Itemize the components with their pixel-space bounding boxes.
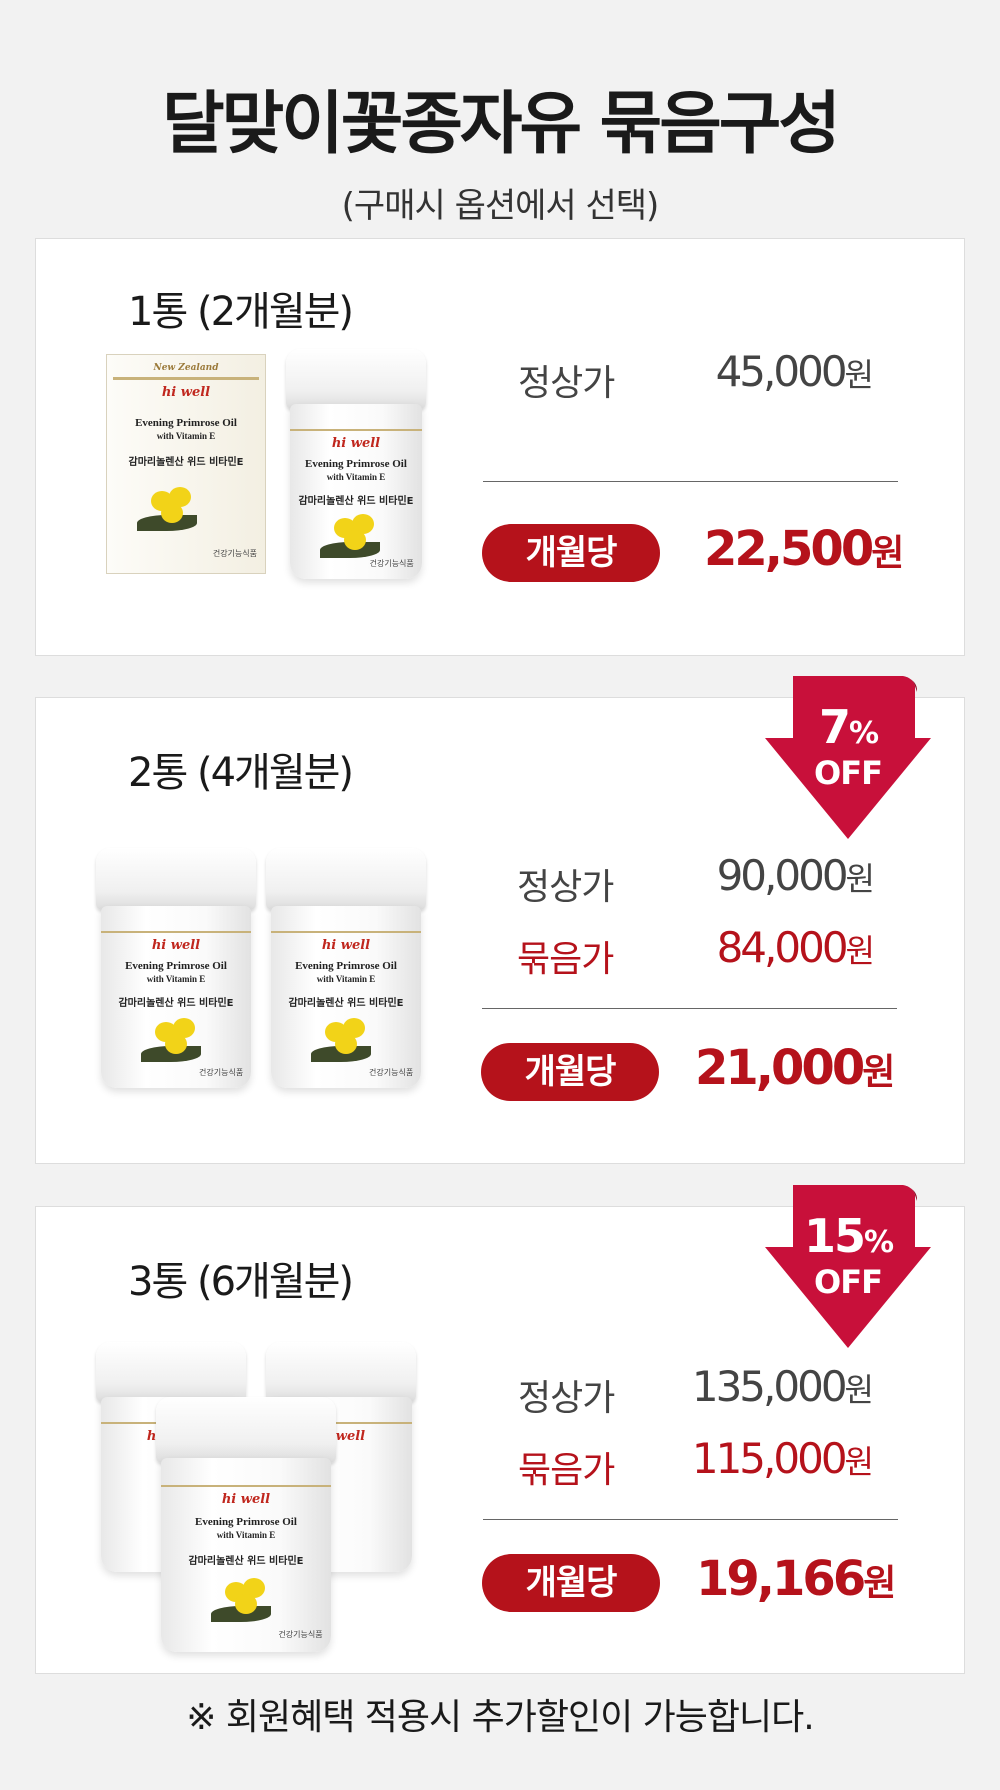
discount-badge: 15% OFF bbox=[763, 1185, 933, 1350]
product-name-en: Evening Primrose Oil bbox=[135, 417, 237, 429]
regular-price-label: 정상가 bbox=[518, 1378, 615, 1419]
origin-label: New Zealand bbox=[153, 363, 219, 373]
brand-logo: hi well bbox=[321, 937, 371, 953]
category-label: 건강기능식품 bbox=[369, 1067, 414, 1077]
regular-price-label: 정상가 bbox=[517, 867, 614, 908]
product-name-ko: 감마리놀렌산 위드 비타민E bbox=[118, 997, 234, 1009]
product-name-ko: 감마리놀렌산 위드 비타민E bbox=[298, 496, 414, 508]
bundle-price-label: 묶음가 bbox=[518, 1450, 615, 1491]
flower-illustration bbox=[310, 1016, 381, 1068]
product-image: New Zealand hi well Evening Primrose Oil… bbox=[106, 349, 446, 579]
discount-badge: 7% OFF bbox=[763, 676, 933, 841]
package-title: 2통 (4개월분) bbox=[128, 750, 354, 796]
price-divider bbox=[483, 481, 898, 482]
category-label: 건강기능식품 bbox=[199, 1067, 244, 1077]
product-name-ko: 감마리놀렌산 위드 비타민E bbox=[288, 997, 404, 1009]
regular-price-label: 정상가 bbox=[518, 363, 615, 404]
member-benefit-note: ※ 회원혜택 적용시 추가할인이 가능합니다. bbox=[186, 1697, 814, 1738]
product-sub-en: with Vitamin E bbox=[316, 973, 376, 984]
flower-illustration bbox=[140, 1016, 211, 1068]
bundle-price-value: 115,000원 bbox=[691, 1434, 874, 1483]
flower-illustration bbox=[211, 1576, 281, 1628]
brand-logo: hi well bbox=[221, 1492, 271, 1508]
bundle-price-value: 84,000원 bbox=[716, 923, 875, 972]
product-box: New Zealand hi well Evening Primrose Oil… bbox=[106, 354, 266, 574]
page-title: 달맞이꽃종자유 묶음구성 bbox=[162, 85, 841, 164]
product-name-ko: 감마리놀렌산 위드 비타민E bbox=[188, 1556, 304, 1568]
flower-illustration bbox=[320, 512, 390, 564]
product-sub-en: with Vitamin E bbox=[326, 472, 386, 483]
product-jar: hi well Evening Primrose Oil with Vitami… bbox=[96, 848, 256, 1088]
regular-price-value: 45,000원 bbox=[715, 347, 874, 396]
category-label: 건강기능식품 bbox=[212, 549, 257, 558]
brand-logo: hi well bbox=[331, 436, 381, 452]
price-divider bbox=[482, 1008, 897, 1009]
package-title: 3통 (6개월분) bbox=[128, 1259, 354, 1305]
product-name-ko: 감마리놀렌산 위드 비타민E bbox=[128, 457, 244, 468]
package-title: 1통 (2개월분) bbox=[128, 289, 354, 335]
discount-percent: 15% bbox=[803, 1209, 894, 1263]
package-card-1[interactable]: 1통 (2개월분) New Zealand hi well Evening Pr… bbox=[35, 238, 965, 656]
monthly-price-value: 19,166원 bbox=[696, 1551, 897, 1607]
product-jar: hi well Evening Primrose Oil with Vitami… bbox=[266, 848, 426, 1088]
product-sub-en: with Vitamin E bbox=[216, 1530, 276, 1541]
discount-off-label: OFF bbox=[814, 754, 883, 792]
flower-illustration bbox=[137, 485, 207, 537]
monthly-price-value: 21,000원 bbox=[695, 1040, 896, 1096]
regular-price-value: 135,000원 bbox=[691, 1362, 874, 1411]
product-sub-en: with Vitamin E bbox=[146, 973, 206, 984]
brand-logo: hi well bbox=[161, 385, 211, 400]
product-jar: hi well Evening Primrose Oil with Vitami… bbox=[286, 349, 426, 579]
product-name-en: Evening Primrose Oil bbox=[125, 959, 227, 972]
product-image: hi well Evening Primrose Oil with Vitami… bbox=[96, 848, 436, 1098]
product-jar: hi well Evening Primrose Oil with Vitami… bbox=[156, 1397, 336, 1652]
product-name-en: Evening Primrose Oil bbox=[305, 458, 407, 471]
discount-percent: 7% bbox=[818, 700, 879, 754]
monthly-badge: 개월당 bbox=[482, 1554, 660, 1612]
monthly-badge: 개월당 bbox=[481, 1043, 659, 1101]
category-label: 건강기능식품 bbox=[278, 1629, 323, 1639]
product-name-en: Evening Primrose Oil bbox=[195, 1516, 297, 1529]
package-card-3[interactable]: 3통 (6개월분) hi well hi well hi well Evenin… bbox=[35, 1185, 965, 1674]
monthly-badge: 개월당 bbox=[482, 524, 660, 582]
price-divider bbox=[483, 1519, 898, 1520]
product-name-en: Evening Primrose Oil bbox=[295, 959, 397, 972]
discount-off-label: OFF bbox=[814, 1263, 883, 1301]
brand-logo: hi well bbox=[151, 937, 201, 953]
page-subtitle: (구매시 옵션에서 선택) bbox=[341, 186, 660, 226]
regular-price-value: 90,000원 bbox=[716, 851, 875, 900]
product-image: hi well hi well hi well Evening Primrose… bbox=[96, 1342, 436, 1652]
bundle-price-label: 묶음가 bbox=[517, 939, 614, 980]
category-label: 건강기능식품 bbox=[369, 558, 414, 568]
product-sub-en: with Vitamin E bbox=[156, 431, 216, 441]
monthly-price-value: 22,500원 bbox=[704, 521, 905, 577]
